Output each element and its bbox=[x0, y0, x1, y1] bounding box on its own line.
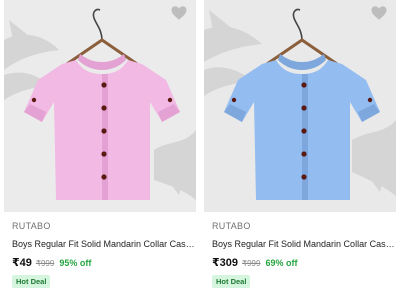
discount-label: 95% off bbox=[59, 258, 92, 268]
product-card[interactable]: RUTABO Boys Regular Fit Solid Mandarin C… bbox=[204, 0, 400, 294]
shirt-illustration bbox=[4, 0, 196, 212]
wishlist-button[interactable] bbox=[370, 4, 388, 22]
hot-deal-badge: Hot Deal bbox=[12, 275, 51, 288]
brand-name: RUTABO bbox=[212, 221, 251, 231]
heart-icon bbox=[171, 6, 187, 20]
product-grid: RUTABO Boys Regular Fit Solid Mandarin C… bbox=[0, 0, 400, 294]
discount-label: 69% off bbox=[265, 258, 298, 268]
brand-name: RUTABO bbox=[12, 221, 51, 231]
product-title[interactable]: Boys Regular Fit Solid Mandarin Collar C… bbox=[212, 239, 396, 249]
shirt-illustration bbox=[204, 0, 396, 212]
hot-deal-badge: Hot Deal bbox=[212, 275, 251, 288]
selling-price: ₹49 bbox=[12, 257, 32, 269]
price-row: ₹49 ₹999 95% off bbox=[12, 256, 91, 270]
original-price: ₹999 bbox=[35, 259, 55, 268]
product-title[interactable]: Boys Regular Fit Solid Mandarin Collar C… bbox=[12, 239, 196, 249]
heart-icon bbox=[371, 6, 387, 20]
price-row: ₹309 ₹999 69% off bbox=[212, 256, 297, 270]
selling-price: ₹309 bbox=[212, 257, 239, 269]
original-price: ₹999 bbox=[242, 259, 261, 268]
product-image[interactable] bbox=[4, 0, 196, 212]
product-card[interactable]: RUTABO Boys Regular Fit Solid Mandarin C… bbox=[4, 0, 200, 294]
product-image[interactable] bbox=[204, 0, 396, 212]
wishlist-button[interactable] bbox=[170, 4, 188, 22]
